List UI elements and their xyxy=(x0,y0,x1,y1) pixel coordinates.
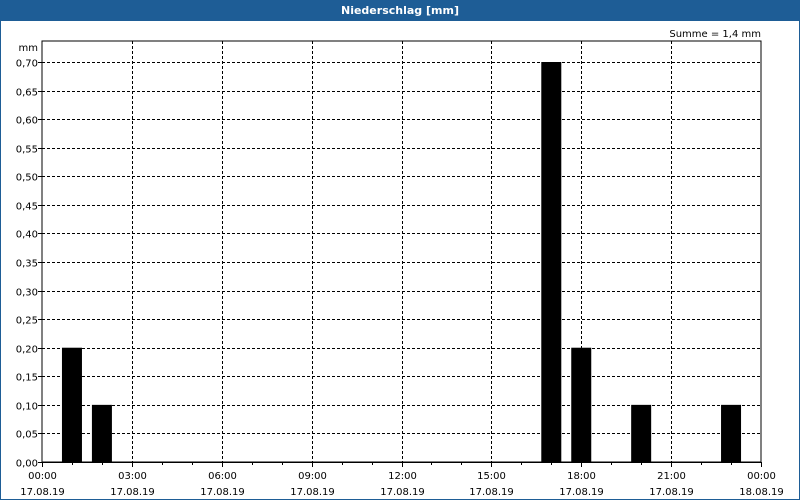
chart-window: Niederschlag [mm] 0,00 0,05 0,10 0,15 0,20 0,… xyxy=(0,0,800,500)
y-tick-label: 0,05 xyxy=(16,430,38,441)
y-tick-label: 0,70 xyxy=(16,59,38,70)
y-axis-unit-label: mm xyxy=(19,43,38,54)
x-tick-date-label: 17.08.19 xyxy=(649,487,694,498)
x-tick-time-label: 00:00 xyxy=(28,471,57,482)
x-tick-time-label: 00:00 xyxy=(747,471,776,482)
x-tick-time-label: 18:00 xyxy=(567,471,596,482)
bar xyxy=(721,404,742,462)
bar xyxy=(571,347,592,462)
x-tick-time-label: 09:00 xyxy=(298,471,327,482)
y-tick-label: 0,60 xyxy=(16,116,38,127)
y-tick-label: 0,55 xyxy=(16,145,38,156)
y-tick-label: 0,65 xyxy=(16,88,38,99)
bar xyxy=(61,347,82,462)
x-tick-date-label: 17.08.19 xyxy=(469,487,514,498)
x-tick-date-label: 17.08.19 xyxy=(380,487,425,498)
y-tick-label: 0,35 xyxy=(16,259,38,270)
plot-area xyxy=(41,40,762,463)
x-tick-time-label: 06:00 xyxy=(208,471,237,482)
sum-label: Summe = 1,4 mm xyxy=(669,29,761,40)
x-tick-date-label: 17.08.19 xyxy=(200,487,245,498)
x-tick-date-label: 17.08.19 xyxy=(110,487,155,498)
precipitation-chart: 0,00 0,05 0,10 0,15 0,20 0,25 0,30 0,35 0,40 0,45… xyxy=(16,29,784,498)
y-tick-label: 0,00 xyxy=(16,459,38,470)
x-tick-date-label: 17.08.19 xyxy=(559,487,604,498)
x-tick-date-label: 17.08.19 xyxy=(20,487,65,498)
y-tick-label: 0,15 xyxy=(16,373,38,384)
bar xyxy=(631,404,652,462)
y-tick-label: 0,40 xyxy=(16,230,38,241)
x-tick-time-label: 15:00 xyxy=(477,471,506,482)
y-tick-label: 0,10 xyxy=(16,402,38,413)
y-tick-label: 0,45 xyxy=(16,202,38,213)
y-tick-label: 0,25 xyxy=(16,316,38,327)
x-tick-time-label: 12:00 xyxy=(388,471,417,482)
x-tick-date-label: 17.08.19 xyxy=(290,487,335,498)
bar xyxy=(541,62,562,462)
y-tick-label: 0,20 xyxy=(16,345,38,356)
x-tick-date-label: 18.08.19 xyxy=(739,487,784,498)
x-tick-time-label: 03:00 xyxy=(118,471,147,482)
y-tick-label: 0,50 xyxy=(16,173,38,184)
bar xyxy=(91,404,112,462)
y-tick-label: 0,30 xyxy=(16,288,38,299)
x-tick-time-label: 21:00 xyxy=(657,471,686,482)
